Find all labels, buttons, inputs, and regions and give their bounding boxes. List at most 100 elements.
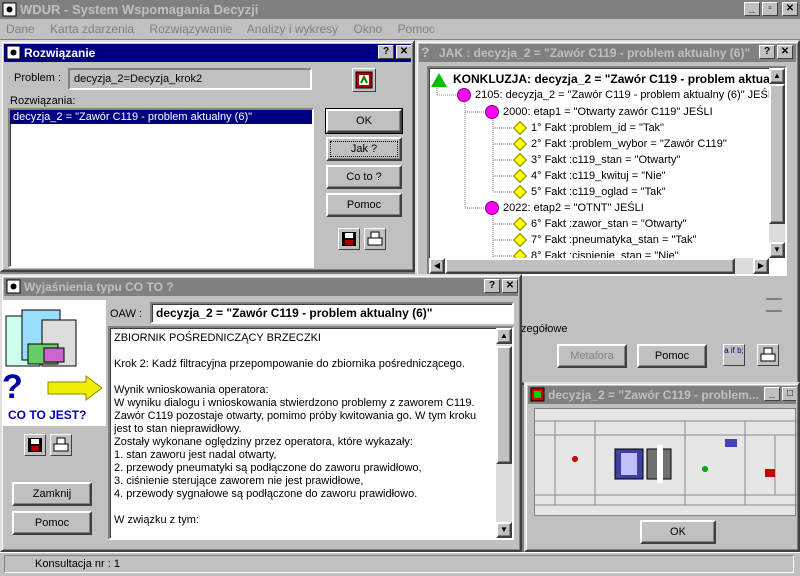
oaw-label: OAW : xyxy=(110,308,142,320)
picture-title: decyzja_2 = "Zawór C119 - problem... xyxy=(548,388,759,402)
help-button[interactable]: ? xyxy=(759,45,775,59)
solution-item[interactable]: decyzja_2 = "Zawór C119 - problem aktual… xyxy=(10,110,312,124)
close-button[interactable]: ✕ xyxy=(777,45,793,59)
rule-2105-text: 2105: decyzja_2 = "Zawór C119 - problem … xyxy=(475,88,778,101)
rozwiazanie-title: Rozwiązanie xyxy=(24,46,96,60)
scroll-down-button[interactable]: ▼ xyxy=(496,522,512,538)
fact-item[interactable]: 4° Fakt :c119_kwituj = "Nie" xyxy=(512,169,666,184)
status-text: Konsultacja nr : 1 xyxy=(35,558,120,570)
process-diagram xyxy=(534,408,797,516)
explanation-line: W wyniku dialogu i wnioskowania stwierdz… xyxy=(114,397,475,409)
ok-button[interactable]: OK xyxy=(325,108,403,134)
fact-item[interactable]: 7° Fakt :pneumatyka_stan = "Tak" xyxy=(512,233,696,248)
jak-button[interactable]: Jak ? xyxy=(326,137,402,161)
close-button[interactable]: ✕ xyxy=(502,279,518,293)
vertical-scrollbar[interactable]: ▲ ▼ xyxy=(496,328,512,538)
help-button[interactable]: Pomoc xyxy=(326,193,402,217)
hscroll-thumb[interactable] xyxy=(445,258,735,274)
close-button[interactable]: ✕ xyxy=(396,45,411,59)
app-icon xyxy=(2,2,17,17)
printer-icon[interactable] xyxy=(364,228,386,250)
app-title: WDUR - System Wspomagania Decyzji xyxy=(20,2,259,17)
rule-node-2000[interactable]: 2000: etap1 = "Otwarty zawór C119" JEŚLI xyxy=(485,105,713,119)
metafora-button[interactable]: Metafora xyxy=(557,344,627,368)
coto-button[interactable]: Co to ? xyxy=(326,165,402,189)
fact-text: 3° Fakt :c119_stan = "Otwarty" xyxy=(531,154,681,166)
solutions-list[interactable]: decyzja_2 = "Zawór C119 - problem aktual… xyxy=(8,108,314,268)
printer-icon[interactable] xyxy=(50,434,72,456)
rule-2000-text: 2000: etap1 = "Otwarty zawór C119" JEŚLI xyxy=(503,105,713,118)
rule-node-2105[interactable]: 2105: decyzja_2 = "Zawór C119 - problem … xyxy=(457,88,777,102)
status-panel: Konsultacja nr : 1 xyxy=(4,555,794,573)
vertical-scrollbar[interactable]: ▲ ▼ xyxy=(769,68,785,258)
scroll-up-button[interactable]: ▲ xyxy=(496,328,512,344)
fact-item[interactable]: 6° Fakt :zawor_stan = "Otwarty" xyxy=(512,217,687,232)
explanation-line xyxy=(114,344,508,357)
explanation-line xyxy=(114,370,508,383)
close-button[interactable]: ✕ xyxy=(782,2,798,16)
coto-title-bar: Wyjaśnienia typu CO TO ? ? ✕ xyxy=(4,278,518,296)
splitter-handle[interactable] xyxy=(766,298,782,312)
explanation-lines: ZBIORNIK POŚREDNICZĄCY BRZECZKI Krok 2: K… xyxy=(114,331,508,526)
minimize-button[interactable]: _ xyxy=(764,387,780,401)
menu-okno[interactable]: Okno xyxy=(354,22,383,36)
app-title-bar: WDUR - System Wspomagania Decyzji _ ▫ ✕ xyxy=(0,0,800,19)
fact-icon xyxy=(512,185,528,200)
ok-button[interactable]: OK xyxy=(640,520,716,544)
restore-button[interactable]: ▫ xyxy=(762,2,778,16)
picture-title-bar: decyzja_2 = "Zawór C119 - problem... _ □ xyxy=(528,386,796,404)
scroll-thumb[interactable] xyxy=(769,84,785,224)
problem-label: Problem : xyxy=(14,72,62,84)
problem-value: decyzja_2=Decyzja_krok2 xyxy=(74,73,203,85)
rozwiazanie-window: Rozwiązanie ? ✕ Problem : decyzja_2=Decy… xyxy=(0,40,415,272)
menu-rozwiazywanie[interactable]: Rozwiązywanie xyxy=(149,22,232,36)
picture-window: decyzja_2 = "Zawór C119 - problem... _ □… xyxy=(524,382,800,552)
explanation-line xyxy=(114,500,508,513)
svg-text:?: ? xyxy=(2,368,23,406)
solve-icon[interactable] xyxy=(352,68,376,92)
menu-karta[interactable]: Karta zdarzenia xyxy=(50,22,134,36)
minimize-button[interactable]: _ xyxy=(744,2,760,16)
scroll-right-button[interactable]: ▶ xyxy=(753,258,769,274)
fact-text: 2° Fakt :problem_wybor = "Zawór C119" xyxy=(531,138,727,150)
rule-2022-text: 2022: etap2 = "OTNT" JEŚLI xyxy=(503,201,644,214)
help-button[interactable]: Pomoc xyxy=(637,344,707,368)
solutions-label: Rozwiązania: xyxy=(10,95,76,107)
fact-item[interactable]: 1° Fakt :problem_id = "Tak" xyxy=(512,121,664,136)
app-icon xyxy=(6,45,21,60)
jak-title-bar: ? JAK : decyzja_2 = "Zawór C119 - proble… xyxy=(419,44,796,62)
menu-analizy[interactable]: Analizy i wykresy xyxy=(247,22,338,36)
help-button[interactable]: Pomoc xyxy=(12,511,92,535)
process-diagram-drawing xyxy=(535,420,797,506)
explanation-line: Wynik wnioskowania operatora: xyxy=(114,384,269,396)
explanation-line: Zawór C119 pozostaje otwarty, pomimo pró… xyxy=(114,410,477,422)
scroll-left-button[interactable]: ◀ xyxy=(429,258,445,274)
scroll-thumb[interactable] xyxy=(496,346,512,464)
fact-item[interactable]: 2° Fakt :problem_wybor = "Zawór C119" xyxy=(512,137,727,152)
explanation-line: 2. przewody pneumatyki są podłączone do … xyxy=(114,462,422,474)
close-dialog-button[interactable]: Zamknij xyxy=(12,482,92,506)
rule-node-2022[interactable]: 2022: etap2 = "OTNT" JEŚLI xyxy=(485,201,644,215)
help-button[interactable]: ? xyxy=(484,279,500,293)
conclusion-node[interactable]: KONKLUZJA: decyzja_2 = "Zawór C119 - pro… xyxy=(431,72,770,87)
scroll-up-button[interactable]: ▲ xyxy=(769,68,785,84)
fact-item[interactable]: 3° Fakt :c119_stan = "Otwarty" xyxy=(512,153,681,168)
scroll-down-button[interactable]: ▼ xyxy=(769,242,785,258)
rule-icon xyxy=(485,105,499,119)
rule-syntax-icon[interactable]: a if b; xyxy=(723,344,745,366)
explanation-text[interactable]: ZBIORNIK POŚREDNICZĄCY BRZECZKI Krok 2: K… xyxy=(108,326,514,540)
fact-item[interactable]: 5° Fakt :c119_oglad = "Tak" xyxy=(512,185,666,200)
save-icon[interactable] xyxy=(24,434,46,456)
printer-icon[interactable] xyxy=(757,344,779,366)
app-icon xyxy=(6,279,21,294)
maximize-button[interactable]: □ xyxy=(782,387,796,401)
help-button[interactable]: ? xyxy=(378,45,394,59)
fact-icon xyxy=(512,137,528,152)
image-icon xyxy=(530,387,545,402)
menu-dane[interactable]: Dane xyxy=(6,22,35,36)
menu-pomoc[interactable]: Pomoc xyxy=(398,22,435,36)
explanation-line: ZBIORNIK POŚREDNICZĄCY BRZECZKI xyxy=(114,332,321,344)
save-icon[interactable] xyxy=(338,228,360,250)
oaw-field: decyzja_2 = "Zawór C119 - problem aktual… xyxy=(150,302,514,324)
horizontal-scrollbar[interactable]: ◀ ▶ xyxy=(429,258,769,274)
